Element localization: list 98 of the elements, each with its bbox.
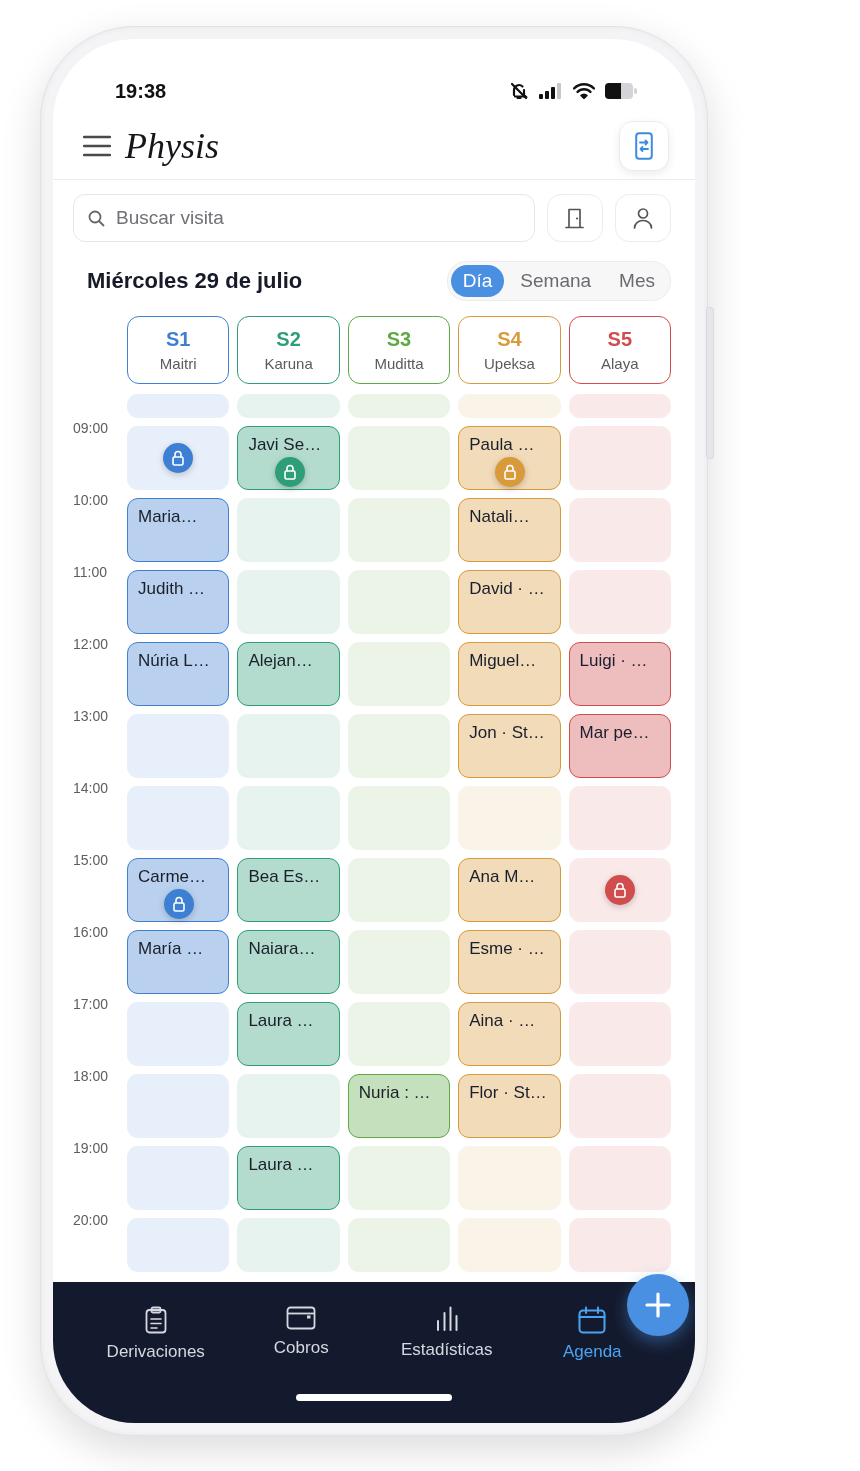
- empty-slot[interactable]: [458, 1146, 561, 1210]
- time-label: 20:00: [73, 1212, 110, 1228]
- nav-item[interactable]: Estadísticas: [400, 1306, 493, 1360]
- appointment-card[interactable]: Laura …: [237, 1146, 340, 1210]
- room-header[interactable]: S1 Maitri: [127, 316, 230, 384]
- room-code: S2: [276, 328, 301, 351]
- appointment-card[interactable]: Judith …: [127, 570, 230, 634]
- empty-slot[interactable]: [237, 714, 340, 778]
- room-name: Maitri: [159, 355, 197, 372]
- signal-icon: [539, 83, 563, 99]
- blocked-slot[interactable]: [568, 858, 671, 922]
- menu-icon[interactable]: [83, 135, 111, 157]
- empty-slot[interactable]: [458, 1218, 561, 1272]
- empty-slot[interactable]: [237, 570, 340, 634]
- appointment-card[interactable]: Carme…: [127, 858, 230, 922]
- device-switch-button[interactable]: [619, 121, 669, 171]
- appointment-card[interactable]: Paula …: [458, 426, 561, 490]
- room-name: Muditta: [374, 355, 424, 372]
- time-label: 17:00: [73, 996, 110, 1012]
- empty-slot[interactable]: [127, 786, 230, 850]
- empty-slot[interactable]: [458, 394, 561, 418]
- appointment-card[interactable]: Bea Es…: [237, 858, 340, 922]
- empty-slot[interactable]: [237, 394, 340, 418]
- appointment-card[interactable]: Nuria : …: [347, 1074, 451, 1138]
- empty-slot[interactable]: [127, 1074, 230, 1138]
- time-label: 09:00: [73, 420, 110, 436]
- appointment-card[interactable]: Esme · …: [458, 930, 561, 994]
- room-header[interactable]: S4 Upeksa: [458, 316, 561, 384]
- appointment-card[interactable]: Alejan…: [237, 642, 340, 706]
- appointment-card[interactable]: Luigi · …: [568, 642, 671, 706]
- nav-item[interactable]: Derivaciones: [106, 1306, 205, 1362]
- appointment-card[interactable]: Laura …: [237, 1002, 340, 1066]
- time-label: 11:00: [73, 564, 108, 580]
- door-icon: [564, 207, 586, 229]
- empty-slot[interactable]: [458, 786, 561, 850]
- appointment-card[interactable]: María …: [127, 930, 230, 994]
- bar-chart-icon: [435, 1306, 458, 1332]
- room-name: Upeksa: [483, 355, 535, 372]
- battery-icon: [605, 83, 637, 99]
- door-button[interactable]: [547, 194, 603, 242]
- add-button[interactable]: [627, 1274, 689, 1336]
- plus-icon: [645, 1292, 671, 1318]
- app-title: Physis: [125, 125, 220, 167]
- time-label: 14:00: [73, 780, 110, 796]
- view-tab[interactable]: Mes: [607, 265, 667, 297]
- appointment-card[interactable]: Javi Se…: [237, 426, 340, 490]
- mute-icon: [509, 81, 529, 101]
- appointment-card[interactable]: David · …: [458, 570, 561, 634]
- appointment-card[interactable]: Ana M…: [458, 858, 561, 922]
- empty-slot[interactable]: [127, 714, 230, 778]
- time-label: 13:00: [73, 708, 110, 724]
- appointment-card[interactable]: Miguel…: [458, 642, 561, 706]
- appointment-card[interactable]: Aina · …: [458, 1002, 561, 1066]
- time-label: 19:00: [73, 1140, 110, 1156]
- empty-slot[interactable]: [237, 1074, 340, 1138]
- appointment-card[interactable]: Natali…: [458, 498, 561, 562]
- appointment-card[interactable]: Núria L…: [127, 642, 230, 706]
- nav-item[interactable]: Cobros: [273, 1306, 329, 1358]
- room-header[interactable]: S5 Alaya: [568, 316, 671, 384]
- appointment-card[interactable]: Flor · St…: [458, 1074, 561, 1138]
- time-label: 16:00: [73, 924, 110, 940]
- search-icon: [88, 210, 105, 227]
- appointment-card[interactable]: Mar pe…: [568, 714, 671, 778]
- date-title: Miércoles 29 de julio: [87, 268, 303, 294]
- view-tab[interactable]: Semana: [508, 265, 604, 297]
- room-header[interactable]: S3 Muditta: [347, 316, 451, 384]
- person-icon: [632, 207, 654, 229]
- time-label: 15:00: [73, 852, 110, 868]
- blocked-slot[interactable]: [127, 426, 230, 490]
- empty-slot[interactable]: [237, 1218, 340, 1272]
- user-button[interactable]: [615, 194, 671, 242]
- empty-slot[interactable]: [127, 1218, 230, 1272]
- room-name: Karuna: [264, 355, 313, 372]
- calendar-icon: [578, 1306, 607, 1334]
- empty-slot[interactable]: [237, 498, 340, 562]
- time-label: 10:00: [73, 492, 110, 508]
- time-label: 18:00: [73, 1068, 110, 1084]
- room-code: S5: [607, 328, 633, 351]
- status-time: 19:38: [115, 79, 167, 103]
- room-code: S3: [386, 328, 412, 351]
- empty-slot[interactable]: [127, 1002, 230, 1066]
- room-code: S4: [497, 328, 522, 351]
- wallet-icon: [286, 1306, 317, 1330]
- appointment-card[interactable]: Jon · St…: [458, 714, 561, 778]
- wifi-icon: [573, 83, 595, 99]
- empty-slot[interactable]: [127, 394, 230, 418]
- clipboard-icon: [144, 1306, 167, 1334]
- room-name: Alaya: [601, 355, 639, 372]
- appointment-card[interactable]: Naiara…: [237, 930, 340, 994]
- phone-arrows-icon: [635, 132, 653, 160]
- empty-slot[interactable]: [127, 1146, 230, 1210]
- room-code: S1: [165, 328, 191, 351]
- room-header[interactable]: S2 Karuna: [237, 316, 340, 384]
- search-field[interactable]: Buscar visita: [73, 194, 535, 242]
- nav-item[interactable]: Agenda: [562, 1306, 622, 1362]
- empty-slot[interactable]: [237, 786, 340, 850]
- time-label: 12:00: [73, 636, 110, 652]
- appointment-card[interactable]: Maria…: [127, 498, 230, 562]
